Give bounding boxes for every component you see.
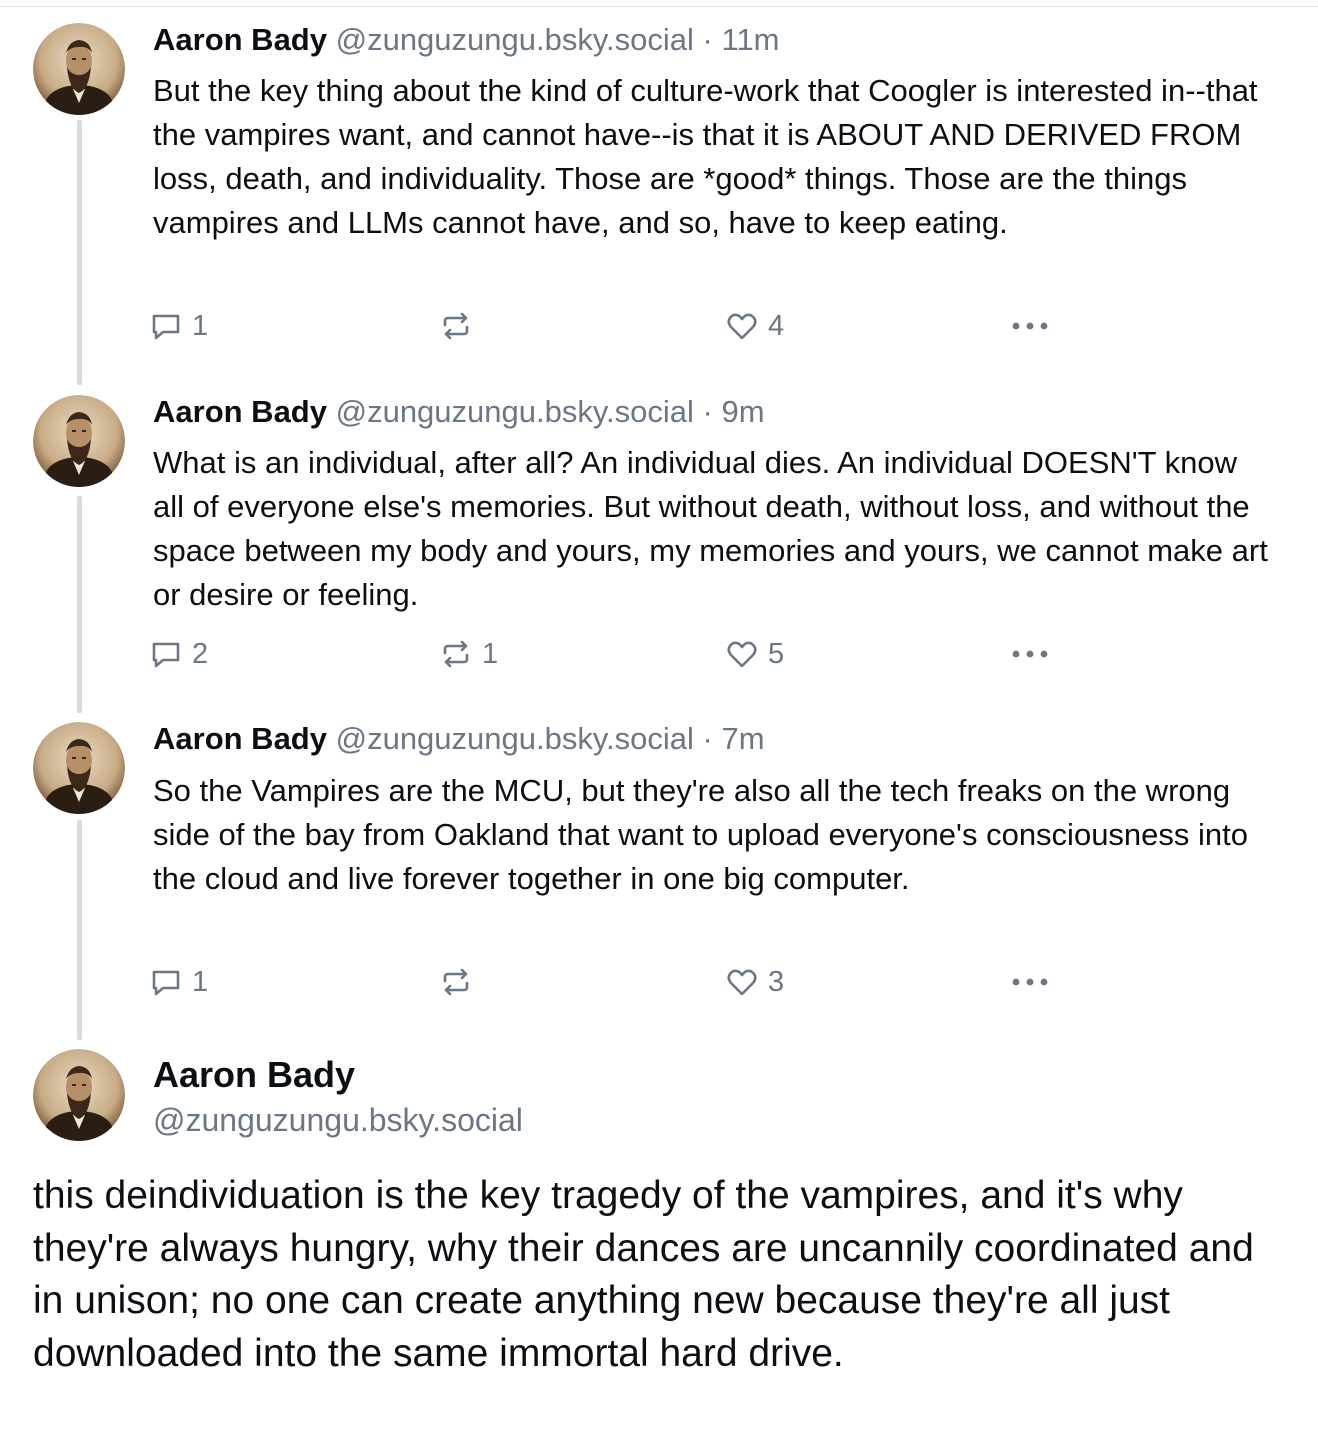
heart-icon (727, 313, 757, 340)
like-count: 5 (768, 637, 785, 670)
author-handle[interactable]: @zunguzungu.bsky.social (336, 721, 694, 756)
speech-bubble-icon (152, 970, 180, 996)
like-button[interactable]: 4 (724, 306, 784, 346)
speech-bubble-icon (152, 314, 180, 340)
reply-button[interactable]: 1 (148, 306, 208, 346)
post-text: So the Vampires are the MCU, but they're… (153, 773, 1257, 896)
author-handle[interactable]: @zunguzungu.bsky.social (336, 22, 694, 57)
post-time[interactable]: 11m (722, 22, 780, 57)
like-count: 3 (768, 965, 785, 998)
avatar[interactable] (33, 23, 125, 115)
reply-count: 1 (192, 965, 209, 998)
repost-arrows-icon (443, 312, 469, 340)
more-options-button[interactable] (1008, 306, 1052, 346)
author-handle[interactable]: @zunguzungu.bsky.social (336, 394, 694, 429)
avatar[interactable] (33, 395, 125, 487)
heart-icon (727, 641, 757, 668)
top-divider (0, 6, 1318, 7)
repost-arrows-icon (443, 968, 469, 996)
heart-icon (727, 969, 757, 996)
more-options-button[interactable] (1008, 962, 1052, 1002)
post-header: Aaron Bady @zunguzungu.bsky.social · 9m (153, 392, 765, 432)
author-name[interactable]: Aaron Bady (153, 1053, 355, 1097)
thread-connector (77, 120, 82, 385)
reply-count: 1 (192, 309, 209, 342)
post-text: this deindividuation is the key tragedy … (33, 1174, 1254, 1375)
post-actions: 2 1 5 (148, 634, 1068, 674)
like-count: 4 (768, 309, 785, 342)
repost-button[interactable] (438, 306, 482, 346)
avatar[interactable] (33, 1049, 125, 1141)
ellipsis-icon (1012, 978, 1048, 986)
portrait-photo (33, 23, 125, 115)
reply-count: 2 (192, 637, 209, 670)
repost-button[interactable] (438, 962, 482, 1002)
repost-button[interactable]: 1 (438, 634, 498, 674)
post-header: Aaron Bady @zunguzungu.bsky.social · 7m (153, 719, 765, 759)
post-actions: 1 4 (148, 306, 1068, 346)
thread-connector (77, 496, 82, 713)
post-header: Aaron Bady @zunguzungu.bsky.social · 11m (153, 20, 780, 60)
reply-button[interactable]: 1 (148, 962, 208, 1002)
portrait-photo (33, 722, 125, 814)
post-time[interactable]: 9m (722, 394, 765, 429)
author-name[interactable]: Aaron Bady (153, 394, 327, 429)
ellipsis-icon (1012, 322, 1048, 330)
author-name[interactable]: Aaron Bady (153, 22, 327, 57)
ellipsis-icon (1012, 650, 1048, 658)
reply-button[interactable]: 2 (148, 634, 208, 674)
separator-dot: · (693, 22, 722, 57)
author-handle[interactable]: @zunguzungu.bsky.social (153, 1100, 523, 1140)
portrait-photo (33, 1049, 125, 1141)
post-text: What is an individual, after all? An ind… (153, 445, 1277, 612)
speech-bubble-icon (152, 642, 180, 668)
like-button[interactable]: 3 (724, 962, 784, 1002)
post-actions: 1 3 (148, 962, 1068, 1002)
more-options-button[interactable] (1008, 634, 1052, 674)
post-text: But the key thing about the kind of cult… (153, 73, 1267, 240)
thread-connector (77, 820, 82, 1040)
portrait-photo (33, 395, 125, 487)
like-button[interactable]: 5 (724, 634, 784, 674)
repost-count: 1 (482, 637, 499, 670)
separator-dot: · (693, 394, 722, 429)
post-time[interactable]: 7m (722, 721, 765, 756)
avatar[interactable] (33, 722, 125, 814)
repost-arrows-icon (443, 640, 469, 668)
author-name[interactable]: Aaron Bady (153, 721, 327, 756)
separator-dot: · (693, 721, 722, 756)
